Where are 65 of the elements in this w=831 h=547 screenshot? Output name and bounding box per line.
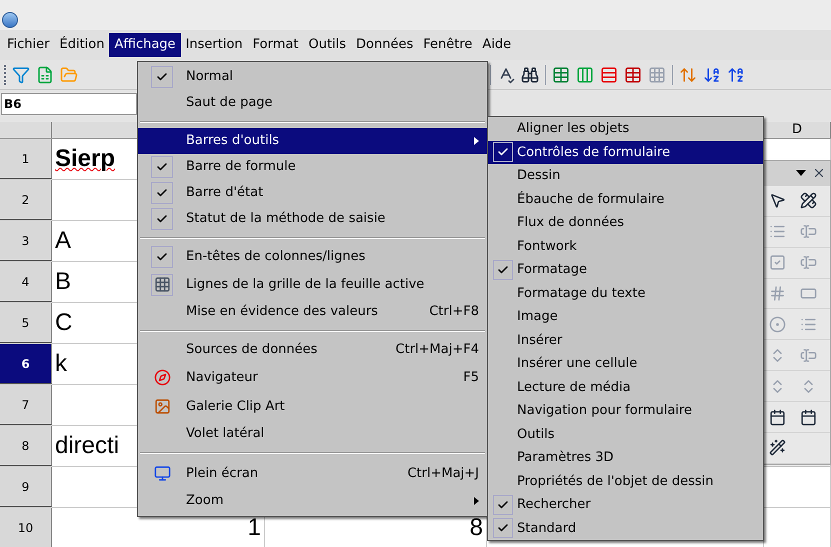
menu-item[interactable]: Image xyxy=(488,305,763,328)
menu-item[interactable]: Volet latéral xyxy=(138,421,487,447)
cell-text: A xyxy=(55,226,72,256)
menu-item[interactable]: Barre d'état xyxy=(138,180,487,206)
cell-text: B xyxy=(55,267,72,297)
menu-item[interactable]: Dessin xyxy=(488,164,763,188)
cell-text: directi xyxy=(55,431,120,461)
shortcut-text: Ctrl+F8 xyxy=(429,303,479,322)
menu-item[interactable]: Insérer une cellule xyxy=(488,352,763,376)
menu-item[interactable]: Barres d'outils xyxy=(138,128,487,154)
name-box[interactable]: B6 xyxy=(1,93,137,115)
menu-item[interactable]: Fenêtre xyxy=(418,33,478,57)
menu-item[interactable]: Rechercher xyxy=(488,493,763,516)
menu-item[interactable]: Navigateur F5 xyxy=(138,363,487,392)
menu-item[interactable]: Mise en évidence des valeurs Ctrl+F8 xyxy=(138,299,487,325)
menu-item[interactable]: Format xyxy=(248,33,304,57)
row-header[interactable]: 1 xyxy=(0,139,52,179)
row-header[interactable]: 9 xyxy=(0,467,52,507)
menu-item[interactable]: Standard xyxy=(488,516,763,540)
cell-text: C xyxy=(55,308,72,338)
menu-item[interactable]: Aligner les objets xyxy=(488,117,763,140)
menu-item[interactable]: Normal xyxy=(138,64,487,90)
shortcut-text: F5 xyxy=(463,368,479,387)
row-header[interactable]: 6 xyxy=(0,344,52,384)
menu-item[interactable]: Contrôles de formulaire xyxy=(488,140,763,164)
row-header[interactable]: 4 xyxy=(0,262,52,302)
row-header[interactable]: 7 xyxy=(0,385,52,425)
menu-item[interactable]: Fontwork xyxy=(488,234,763,258)
menu-item[interactable]: Lignes de la grille de la feuille active xyxy=(138,270,487,299)
menu-item[interactable]: Flux de données xyxy=(488,211,763,234)
row-header[interactable]: 5 xyxy=(0,303,52,343)
menu-item[interactable]: Ébauche de formulaire xyxy=(488,188,763,211)
menu-item[interactable]: Formatage du texte xyxy=(488,282,763,305)
menu-item[interactable]: Paramètres 3D xyxy=(488,446,763,470)
menu-item[interactable]: Affichage xyxy=(109,33,181,57)
menu-item[interactable]: Sources de données Ctrl+Maj+F4 xyxy=(138,337,487,363)
cell-text: 8 xyxy=(470,513,483,543)
row-header[interactable]: 10 xyxy=(0,508,52,547)
menu-item[interactable]: Insertion xyxy=(180,33,248,57)
menu-item[interactable]: Propriétés de l'objet de dessin xyxy=(488,470,763,493)
menu-item[interactable]: Insérer xyxy=(488,328,763,352)
row-header[interactable]: 2 xyxy=(0,180,52,220)
menu-item[interactable]: Barre de formule xyxy=(138,154,487,180)
menu-item[interactable]: Formatage xyxy=(488,258,763,282)
menu-item[interactable]: Zoom xyxy=(138,488,487,514)
menu-item[interactable]: Statut de la méthode de saisie xyxy=(138,206,487,232)
menu-item[interactable]: Outils xyxy=(303,33,352,57)
menu-item[interactable]: Galerie Clip Art xyxy=(138,392,487,421)
menu-item[interactable]: Plein écran Ctrl+Maj+J xyxy=(138,459,487,488)
menu-item[interactable]: En-têtes de colonnes/lignes xyxy=(138,244,487,270)
menu-item[interactable]: Fichier xyxy=(2,33,54,57)
menu-item[interactable]: Saut de page xyxy=(138,90,487,116)
menu-item[interactable]: Outils xyxy=(488,422,763,446)
row-header[interactable]: 3 xyxy=(0,221,52,261)
menu-item[interactable]: Lecture de média xyxy=(488,376,763,399)
shortcut-text: Ctrl+Maj+J xyxy=(407,464,479,483)
cell-text: k xyxy=(55,349,67,379)
menu-item[interactable]: Aide xyxy=(477,33,516,57)
menu-item[interactable]: Navigation pour formulaire xyxy=(488,399,763,422)
cell-text: Sierp xyxy=(55,144,116,174)
menu-item[interactable]: Édition xyxy=(54,33,110,57)
cell-text: 1 xyxy=(248,513,261,543)
shortcut-text: Ctrl+Maj+F4 xyxy=(396,341,479,360)
menu-item[interactable]: Données xyxy=(351,33,418,57)
row-header[interactable]: 8 xyxy=(0,426,52,466)
